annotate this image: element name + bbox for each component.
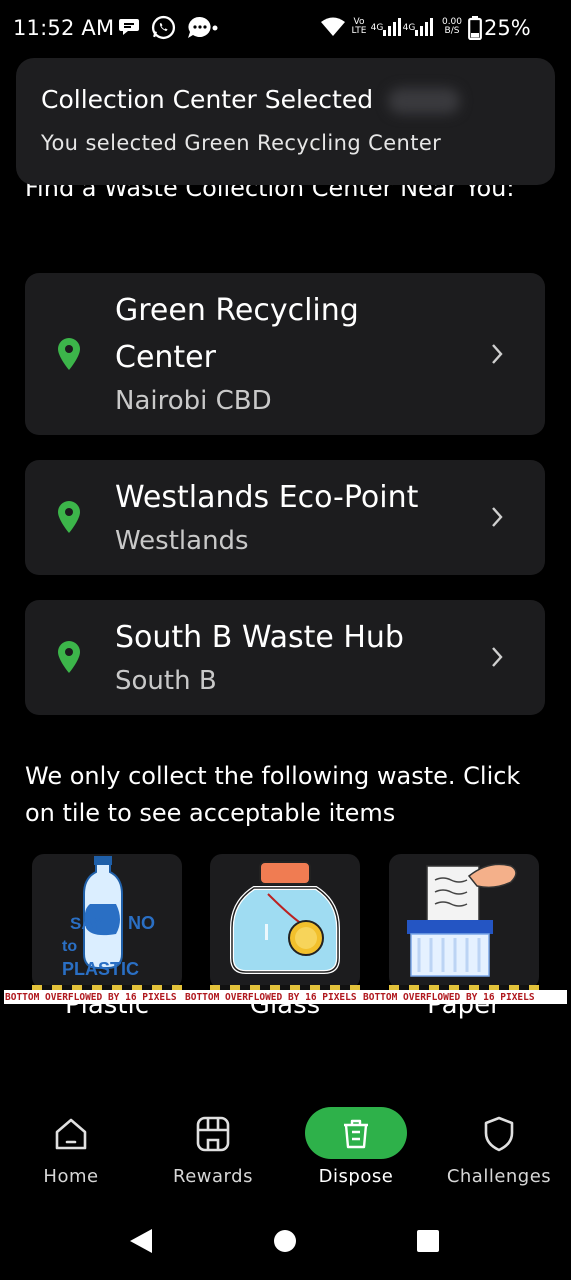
wifi-icon	[321, 17, 345, 36]
toast-message: You selected Green Recycling Center	[41, 131, 442, 155]
chevron-right-icon	[492, 647, 503, 667]
shield-icon	[484, 1116, 514, 1152]
center-location: Nairobi CBD	[115, 386, 272, 416]
nav-item-challenges[interactable]: Challenges	[428, 1090, 570, 1200]
overflow-warning: BOTTOM OVERFLOWED BY 16 PIXELS	[5, 992, 177, 1003]
data-speed: 0.00 B/S	[441, 17, 463, 36]
nav-item-dispose[interactable]: Dispose	[285, 1090, 427, 1200]
battery-icon	[468, 16, 482, 40]
nav-label-challenges: Challenges	[446, 1166, 552, 1187]
plastic-bottle-image: SAY NO to PLASTIC	[62, 856, 155, 979]
center-location: Westlands	[115, 526, 249, 556]
location-pin-icon	[58, 338, 80, 370]
status-bar: 11:52 AM Vo LTE 4G 4G 0.00 B/S 25%	[0, 0, 571, 58]
trash-icon	[344, 1119, 368, 1149]
toast-blur-overlay	[388, 88, 460, 114]
whatsapp-icon	[151, 15, 176, 40]
bottom-navigation: Home Rewards Dispose Challenges	[0, 1090, 571, 1200]
store-icon	[196, 1116, 230, 1152]
svg-text:NO: NO	[128, 913, 155, 933]
signal-icon	[383, 18, 401, 36]
paper-shredder-image	[407, 863, 517, 977]
toast-title: Collection Center Selected	[41, 85, 374, 114]
svg-text:SAY: SAY	[70, 914, 104, 933]
signal-icon-2	[415, 18, 433, 36]
nav-item-home[interactable]: Home	[0, 1090, 142, 1200]
recents-icon[interactable]	[416, 1229, 440, 1253]
waste-tile-glass[interactable]	[210, 854, 360, 989]
home-icon	[55, 1118, 87, 1150]
overflow-warning: BOTTOM OVERFLOWED BY 16 PIXELS	[363, 992, 535, 1003]
back-icon[interactable]	[128, 1228, 154, 1254]
volte-label: Vo LTE	[351, 17, 367, 36]
center-card-westlands[interactable]: Westlands Eco-Point Westlands	[25, 460, 545, 575]
chevron-right-icon	[492, 344, 503, 364]
center-location: South B	[115, 666, 217, 696]
glass-jar-image	[230, 861, 340, 974]
messages-icon	[188, 16, 218, 38]
svg-text:to: to	[62, 938, 77, 955]
center-card-south-b[interactable]: South B Waste Hub South B	[25, 600, 545, 715]
center-name: Green Recycling Center	[115, 293, 359, 375]
center-name: South B Waste Hub	[115, 620, 404, 655]
home-circle-icon[interactable]	[273, 1229, 297, 1253]
toast-notification: Collection Center Selected You selected …	[16, 58, 555, 185]
location-pin-icon	[58, 501, 80, 533]
nav-label-rewards: Rewards	[173, 1166, 253, 1187]
chat-bubble-icon	[119, 19, 139, 35]
status-time: 11:52 AM	[13, 16, 115, 40]
overflow-warning: BOTTOM OVERFLOWED BY 16 PIXELS	[185, 992, 357, 1003]
center-card-green-recycling[interactable]: Green Recycling Center Nairobi CBD	[25, 273, 545, 435]
waste-tile-plastic[interactable]: SAY NO to PLASTIC	[32, 854, 182, 989]
waste-types-heading: We only collect the following waste. Cli…	[25, 762, 521, 827]
waste-tile-paper[interactable]	[389, 854, 539, 989]
svg-text:PLASTIC: PLASTIC	[62, 959, 139, 979]
nav-label-home: Home	[43, 1166, 99, 1187]
nav-label-dispose: Dispose	[318, 1166, 394, 1187]
battery-percent: 25%	[484, 16, 531, 40]
location-pin-icon	[58, 641, 80, 673]
chevron-right-icon	[492, 507, 503, 527]
nav-item-rewards[interactable]: Rewards	[142, 1090, 284, 1200]
center-name: Westlands Eco-Point	[115, 480, 419, 515]
system-navigation-bar	[0, 1200, 571, 1280]
